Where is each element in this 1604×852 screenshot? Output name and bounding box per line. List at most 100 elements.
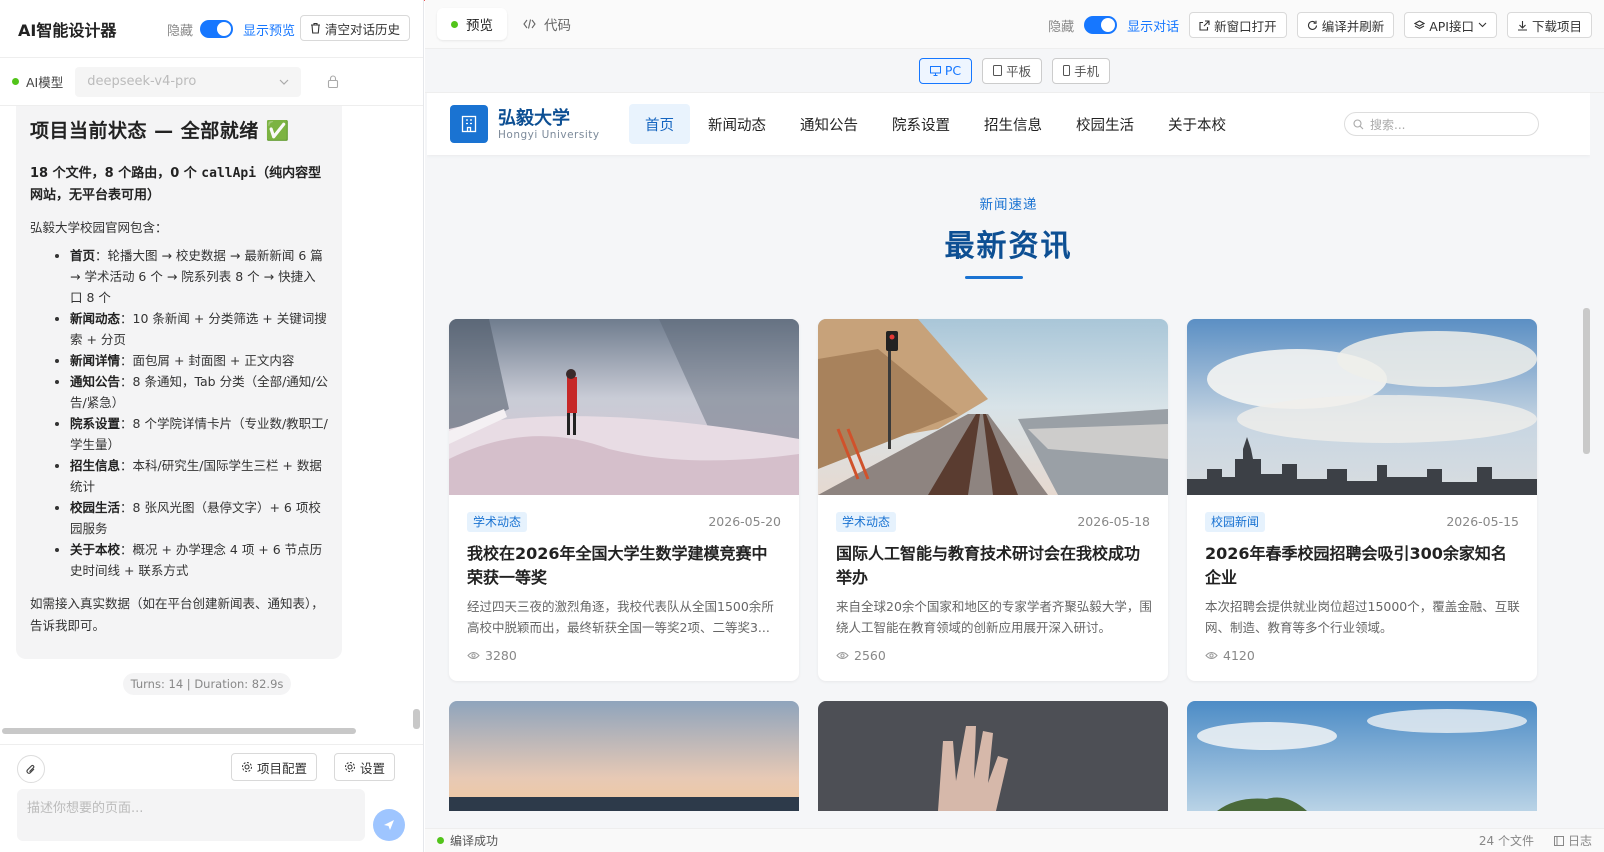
device-pc-label: PC [944,63,962,78]
log-label: 日志 [1567,834,1592,848]
model-value: deepseek-v4-pro [87,74,197,89]
device-tablet-button[interactable]: 平板 [982,57,1043,84]
news-card[interactable]: 校园新闻 2026-05-15 2026年春季校园招聘会吸引300余家知名企业 … [1187,319,1537,681]
news-date: 2026-05-15 [1446,514,1519,529]
tab-code[interactable]: 代码 [507,8,587,40]
open-new-window-label: 新窗口打开 [1214,18,1277,34]
project-config-button[interactable]: 项目配置 [231,753,318,781]
eye-icon [467,652,480,659]
search-placeholder: 搜索... [1370,117,1406,132]
compile-refresh-button[interactable]: 编译并刷新 [1296,12,1395,38]
news-card[interactable]: 学术动态 2026-05-18 国际人工智能与教育技术研讨会在我校成功举办 来自… [818,319,1168,681]
api-label: API接口 [1429,18,1474,34]
gear-icon [345,762,355,772]
list-item: 校园生活：8 张风光图（悬停文字）+ 6 项校园服务 [70,497,328,539]
news-image-coast[interactable] [1187,701,1537,811]
model-status-dot [12,78,19,85]
status-bar: 编译成功 24 个文件 日志 [425,828,1604,852]
list-item: 新闻动态：10 条新闻 + 分类筛选 + 关键词搜索 + 分页 [70,308,328,350]
news-views-count: 3280 [485,648,517,663]
log-button[interactable]: 日志 [1553,832,1592,849]
nav-admissions[interactable]: 招生信息 [968,104,1058,144]
nav-home[interactable]: 首页 [629,104,690,144]
settings-label: 设置 [360,760,386,776]
device-mobile-button[interactable]: 手机 [1052,57,1111,84]
chat-input-area: 项目配置 设置 描述你想要的页面... [0,744,423,852]
device-pc-button[interactable]: PC [918,57,973,84]
news-image-snow [449,319,799,495]
list-item: 首页：轮播大图 → 校史数据 → 最新新闻 6 篇 → 学术活动 6 个 → 院… [70,245,328,308]
site-name-en: Hongyi University [498,128,600,141]
tab-preview-label: 预览 [466,18,493,34]
news-image-city [1187,319,1537,495]
device-switcher: PC 平板 手机 [425,49,1604,93]
news-title[interactable]: 国际人工智能与教育技术研讨会在我校成功举办 [836,542,1152,590]
lock-icon[interactable] [327,75,339,88]
nav-notices[interactable]: 通知公告 [784,104,874,144]
site-search-input[interactable]: 搜索... [1344,112,1539,136]
message-intro: 弘毅大学校园官网包含： [30,220,168,235]
nav-about[interactable]: 关于本校 [1152,104,1242,144]
chevron-down-icon [1478,22,1487,28]
news-views-count: 2560 [854,648,886,663]
nav-departments[interactable]: 院系设置 [876,104,966,144]
university-logo-icon[interactable] [450,105,488,143]
news-summary: 本次招聘会提供就业岗位超过15000个，覆盖金融、互联网、制造、教育等多个行业领… [1205,599,1520,635]
phone-icon [1063,65,1071,76]
preview-toolbar: 预览 代码 隐藏 显示对话 新窗口打开 编译并刷新 API接口 下载项目 [425,0,1604,49]
news-title[interactable]: 我校在2026年全国大学生数学建模竞赛中荣获一等奖 [467,542,783,590]
clear-history-label: 清空对话历史 [325,21,401,37]
news-image-rain[interactable] [818,701,1168,811]
horizontal-scrollbar[interactable] [2,728,356,734]
show-chat-label: 显示对话 [1127,19,1180,35]
turns-badge: Turns: 14 | Duration: 82.9s [123,673,291,695]
news-views-count: 4120 [1223,648,1255,663]
message-heading: 项目当前状态 — 全部就绪 ✅ [30,120,291,142]
website-preview: 弘毅大学 Hongyi University 首页 新闻动态 通知公告 院系设置… [427,93,1590,828]
project-config-label: 项目配置 [257,760,308,776]
site-brand[interactable]: 弘毅大学 Hongyi University [498,108,600,141]
open-new-window-button[interactable]: 新窗口打开 [1189,12,1287,38]
message-summary: 18 个文件，8 个路由，0 个 callApi（纯内容型网站，无平台表可用） [30,166,322,203]
download-project-button[interactable]: 下载项目 [1506,12,1592,38]
nav-campus-life[interactable]: 校园生活 [1060,104,1150,144]
section-title: 最新资讯 [944,229,1073,264]
news-title[interactable]: 2026年春季校园招聘会吸引300余家知名企业 [1205,542,1521,590]
tab-preview[interactable]: 预览 [437,8,507,40]
attach-button[interactable] [17,755,45,783]
news-views: 2560 [836,648,886,663]
news-category-tag: 学术动态 [836,512,897,532]
list-item: 院系设置：8 个学院详情卡片（专业数/教职工/学生量） [70,413,328,455]
layers-icon [1414,19,1426,29]
code-icon [523,19,536,29]
news-card[interactable]: 学术动态 2026-05-20 我校在2026年全国大学生数学建模竞赛中荣获一等… [449,319,799,681]
log-icon [1553,835,1564,846]
api-dropdown-button[interactable]: API接口 [1404,12,1497,38]
trash-icon [311,22,320,34]
assistant-message: 项目当前状态 — 全部就绪 ✅ 18 个文件，8 个路由，0 个 callApi… [16,106,342,659]
clear-history-button[interactable]: 清空对话历史 [300,15,411,41]
preview-toggle[interactable] [200,20,233,38]
section-eyebrow: 新闻速递 [979,197,1038,213]
news-date: 2026-05-20 [708,514,781,529]
message-outro: 如需接入真实数据（如在平台创建新闻表、通知表），告诉我即可。 [30,596,324,633]
settings-button[interactable]: 设置 [334,753,396,781]
prompt-input[interactable]: 描述你想要的页面... [17,789,365,841]
building-icon [461,115,477,133]
vertical-scrollbar[interactable] [413,709,420,729]
model-select[interactable]: deepseek-v4-pro [75,66,302,97]
send-button[interactable] [373,809,405,841]
list-item: 通知公告：8 条通知，Tab 分类（全部/通知/公告/紧急） [70,371,328,413]
chat-toggle[interactable] [1084,16,1118,34]
news-category-tag: 学术动态 [467,512,528,532]
preview-scrollbar[interactable] [1583,308,1590,454]
nav-news[interactable]: 新闻动态 [692,104,782,144]
code-callapi: callApi [201,166,257,181]
site-nav-links: 首页 新闻动态 通知公告 院系设置 招生信息 校园生活 关于本校 [629,104,1244,144]
tab-code-label: 代码 [544,18,571,34]
compile-status: 编译成功 [450,834,499,848]
send-icon [384,820,394,830]
news-summary: 来自全球20余个国家和地区的专家学者齐聚弘毅大学，围绕人工智能在教育领域的创新应… [836,599,1152,635]
news-image-sunset[interactable] [449,701,799,811]
download-icon [1517,20,1527,31]
